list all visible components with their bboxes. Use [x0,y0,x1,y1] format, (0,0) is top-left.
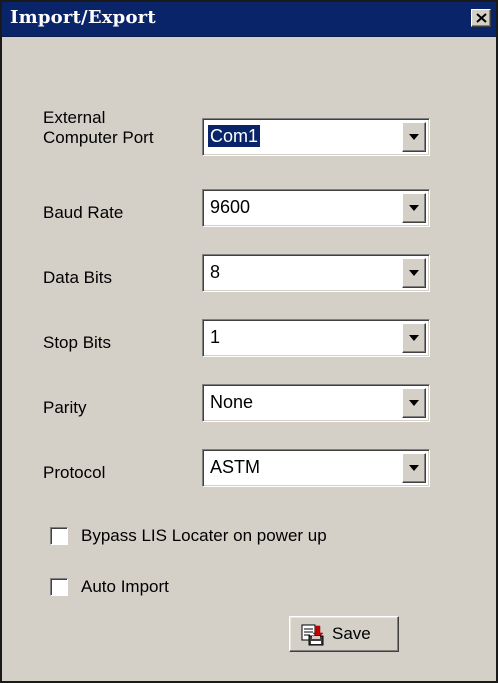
parity-dropdown-button[interactable] [402,388,426,418]
bypass-lis-option[interactable]: Bypass LIS Locater on power up [50,525,410,547]
parity-select[interactable]: None [202,384,430,422]
close-button[interactable] [471,9,491,27]
chevron-down-icon [409,335,419,341]
auto-import-label: Auto Import [81,577,169,596]
parity-select-value: None [210,392,254,412]
baud-rate-dropdown-button[interactable] [402,193,426,223]
save-button-label: Save [332,624,371,643]
parity-label: Parity [43,398,87,417]
stop-bits-label: Stop Bits [43,333,112,352]
close-icon [476,13,487,23]
chevron-down-icon [409,205,419,211]
import-export-dialog: Import/Export External Computer Port Com… [0,0,498,683]
dialog-title: Import/Export [10,7,156,28]
chevron-down-icon [409,465,419,471]
chevron-down-icon [409,270,419,276]
data-bits-select[interactable]: 8 [202,254,430,292]
port-dropdown-button[interactable] [402,122,426,152]
port-select[interactable]: Com1 [202,118,430,156]
data-bits-select-value: 8 [210,262,221,282]
save-button[interactable]: Save [289,616,399,652]
baud-rate-label: Baud Rate [43,203,124,222]
protocol-select[interactable]: ASTM [202,449,430,487]
protocol-dropdown-button[interactable] [402,453,426,483]
data-bits-label: Data Bits [43,268,112,287]
bypass-lis-checkbox[interactable] [50,527,68,545]
bypass-lis-label: Bypass LIS Locater on power up [81,526,327,545]
data-bits-dropdown-button[interactable] [402,258,426,288]
protocol-label: Protocol [43,463,106,482]
auto-import-option[interactable]: Auto Import [50,576,230,598]
port-label: External Computer Port [43,108,154,147]
auto-import-checkbox[interactable] [50,578,68,596]
baud-rate-select-value: 9600 [210,197,251,217]
stop-bits-select[interactable]: 1 [202,319,430,357]
stop-bits-dropdown-button[interactable] [402,323,426,353]
port-select-value: Com1 [206,124,262,148]
protocol-select-value: ASTM [210,457,261,477]
chevron-down-icon [409,134,419,140]
stop-bits-select-value: 1 [210,327,221,347]
chevron-down-icon [409,400,419,406]
save-icon [301,624,324,646]
baud-rate-select[interactable]: 9600 [202,189,430,227]
title-bar[interactable]: Import/Export [2,2,496,37]
